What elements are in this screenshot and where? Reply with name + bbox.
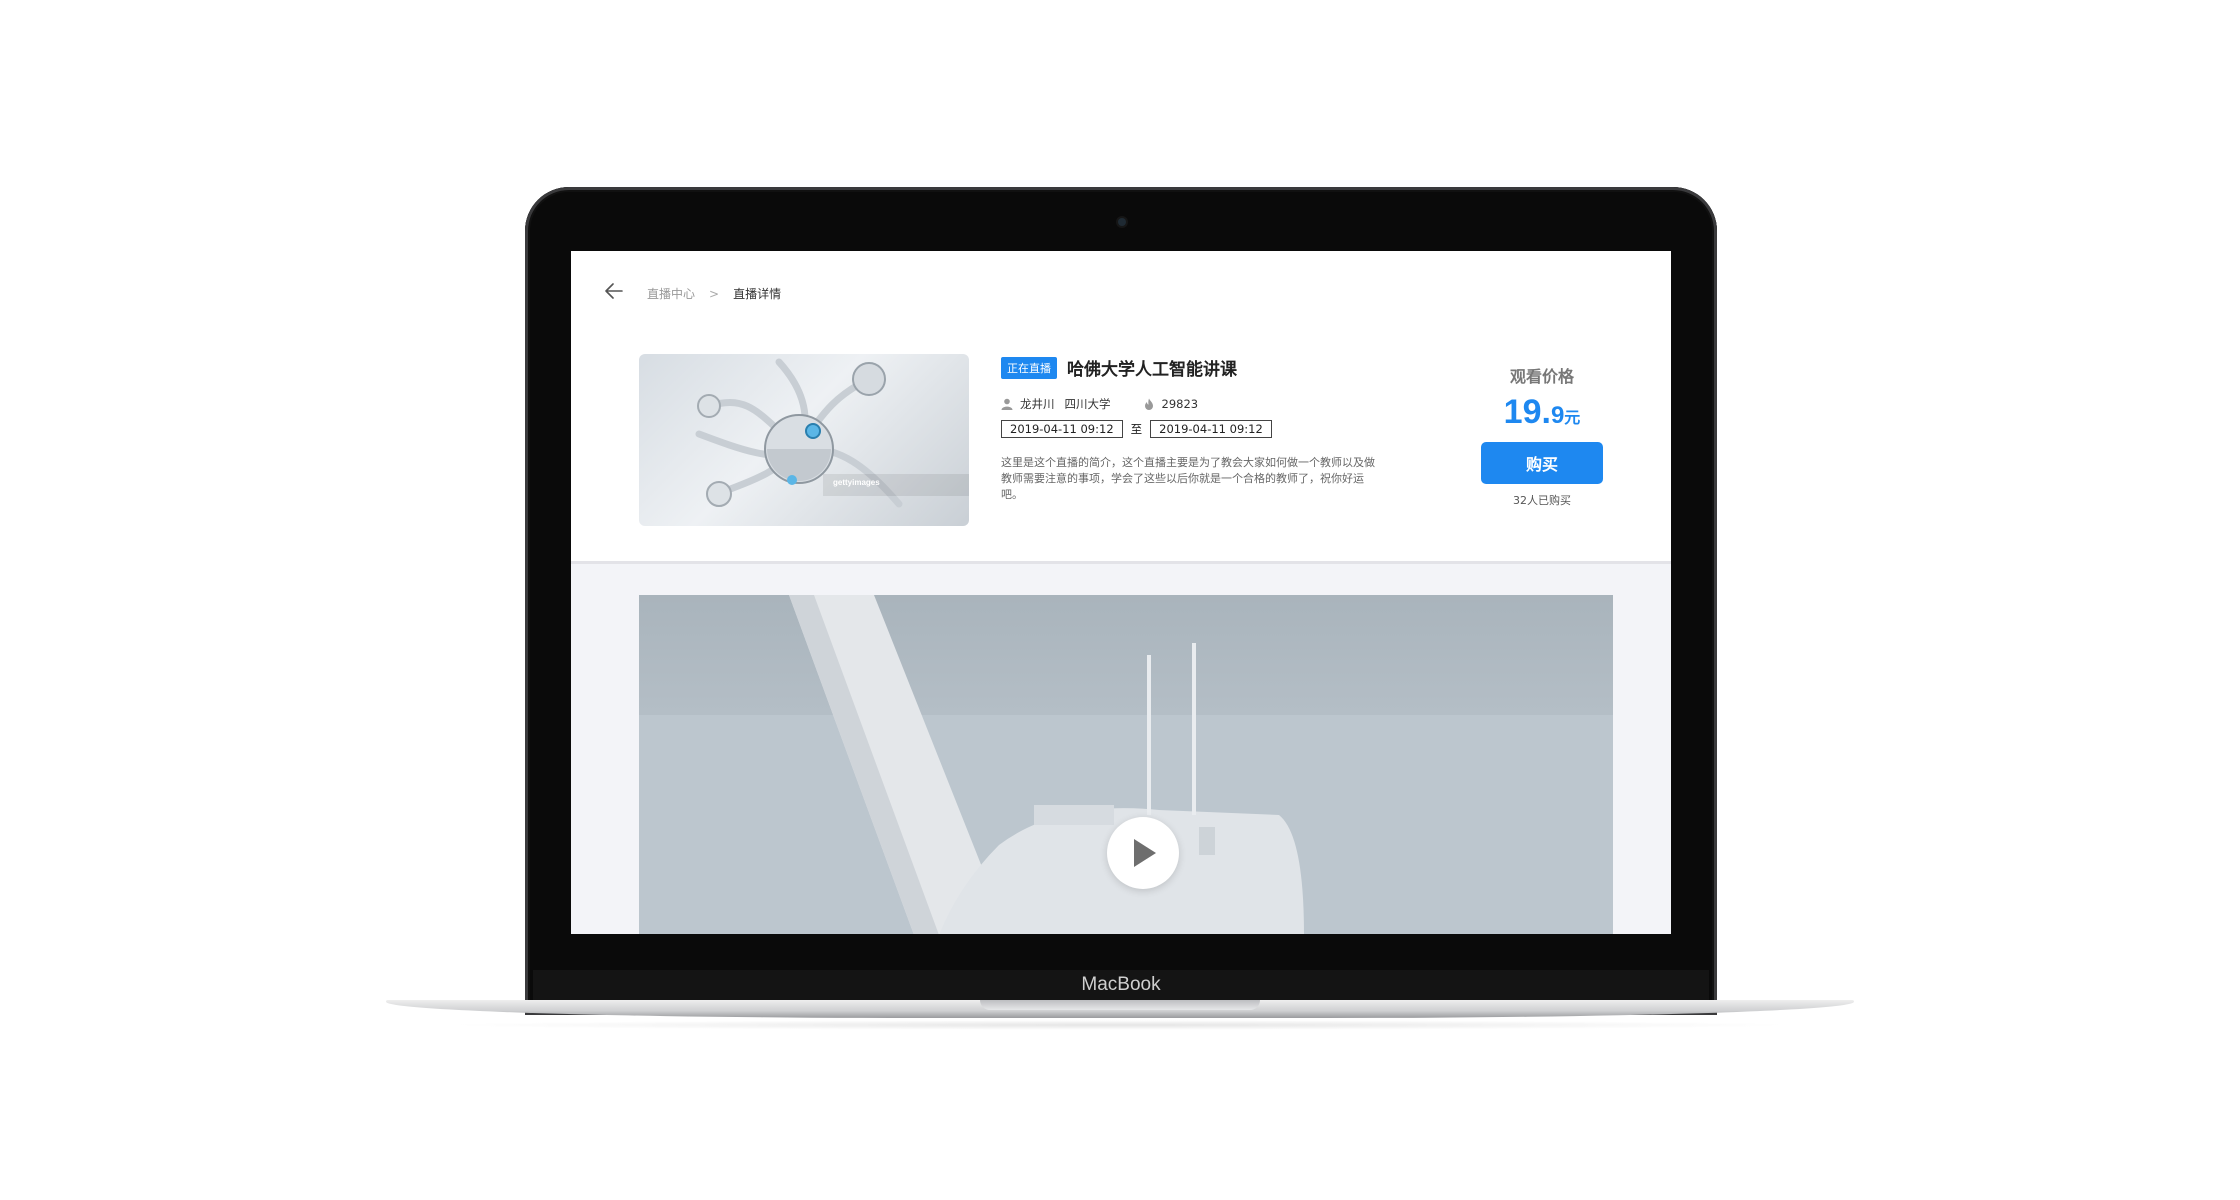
- back-arrow-icon[interactable]: [605, 283, 623, 299]
- time-separator: 至: [1130, 422, 1143, 436]
- breadcrumb: 直播中心 > 直播详情: [647, 285, 781, 302]
- course-header: 直播中心 > 直播详情 gettyimages 正在直播 哈佛大学人工智能讲课 …: [571, 251, 1671, 564]
- neuron-illustration: [695, 358, 903, 508]
- pricing-panel: 观看价格 19.9元 购买 32人已购买: [1481, 363, 1603, 508]
- price-value: 19.9元: [1481, 393, 1603, 432]
- laptop-shadow: [440, 1020, 1800, 1030]
- laptop-chin: MacBook: [533, 970, 1709, 1000]
- video-player[interactable]: [639, 595, 1613, 934]
- course-title: 哈佛大学人工智能讲课: [1067, 360, 1237, 380]
- user-icon: [1001, 398, 1013, 410]
- buy-button[interactable]: 购买: [1481, 442, 1603, 484]
- breadcrumb-parent[interactable]: 直播中心: [647, 285, 695, 302]
- start-time: 2019-04-11 09:12: [1001, 420, 1123, 438]
- play-button[interactable]: [1107, 817, 1179, 889]
- breadcrumb-separator: >: [709, 286, 720, 301]
- breadcrumb-current: 直播详情: [733, 287, 782, 301]
- course-thumbnail[interactable]: gettyimages: [639, 354, 969, 526]
- price-unit: 元: [1564, 410, 1581, 427]
- play-icon: [1134, 839, 1156, 867]
- course-info: 正在直播 哈佛大学人工智能讲课 龙井川 四川大学 29823 2019-04-1…: [1001, 355, 1381, 503]
- price-integer: 19.: [1503, 393, 1551, 431]
- screen: 直播中心 > 直播详情 gettyimages 正在直播 哈佛大学人工智能讲课 …: [571, 251, 1671, 934]
- teacher-name: 龙井川: [1020, 397, 1055, 411]
- laptop-notch: [980, 1000, 1260, 1010]
- fire-icon: [1144, 398, 1153, 410]
- sold-count: 32人已购买: [1513, 494, 1571, 507]
- thumbnail-watermark: gettyimages: [823, 474, 969, 496]
- school-name: 四川大学: [1064, 397, 1111, 411]
- camera-icon: [1118, 218, 1126, 226]
- content-area: [571, 564, 1671, 934]
- price-label: 观看价格: [1509, 367, 1574, 386]
- end-time: 2019-04-11 09:12: [1150, 420, 1272, 438]
- time-range: 2019-04-11 09:12 至 2019-04-11 09:12: [1001, 420, 1381, 438]
- device-brand-label: MacBook: [1081, 974, 1161, 995]
- view-count: 29823: [1161, 397, 1199, 411]
- price-decimal: 9: [1550, 402, 1565, 429]
- course-description: 这里是这个直播的简介，这个直播主要是为了教会大家如何做一个教师以及做教师需要注意…: [1001, 456, 1375, 501]
- live-status-badge: 正在直播: [1001, 356, 1057, 379]
